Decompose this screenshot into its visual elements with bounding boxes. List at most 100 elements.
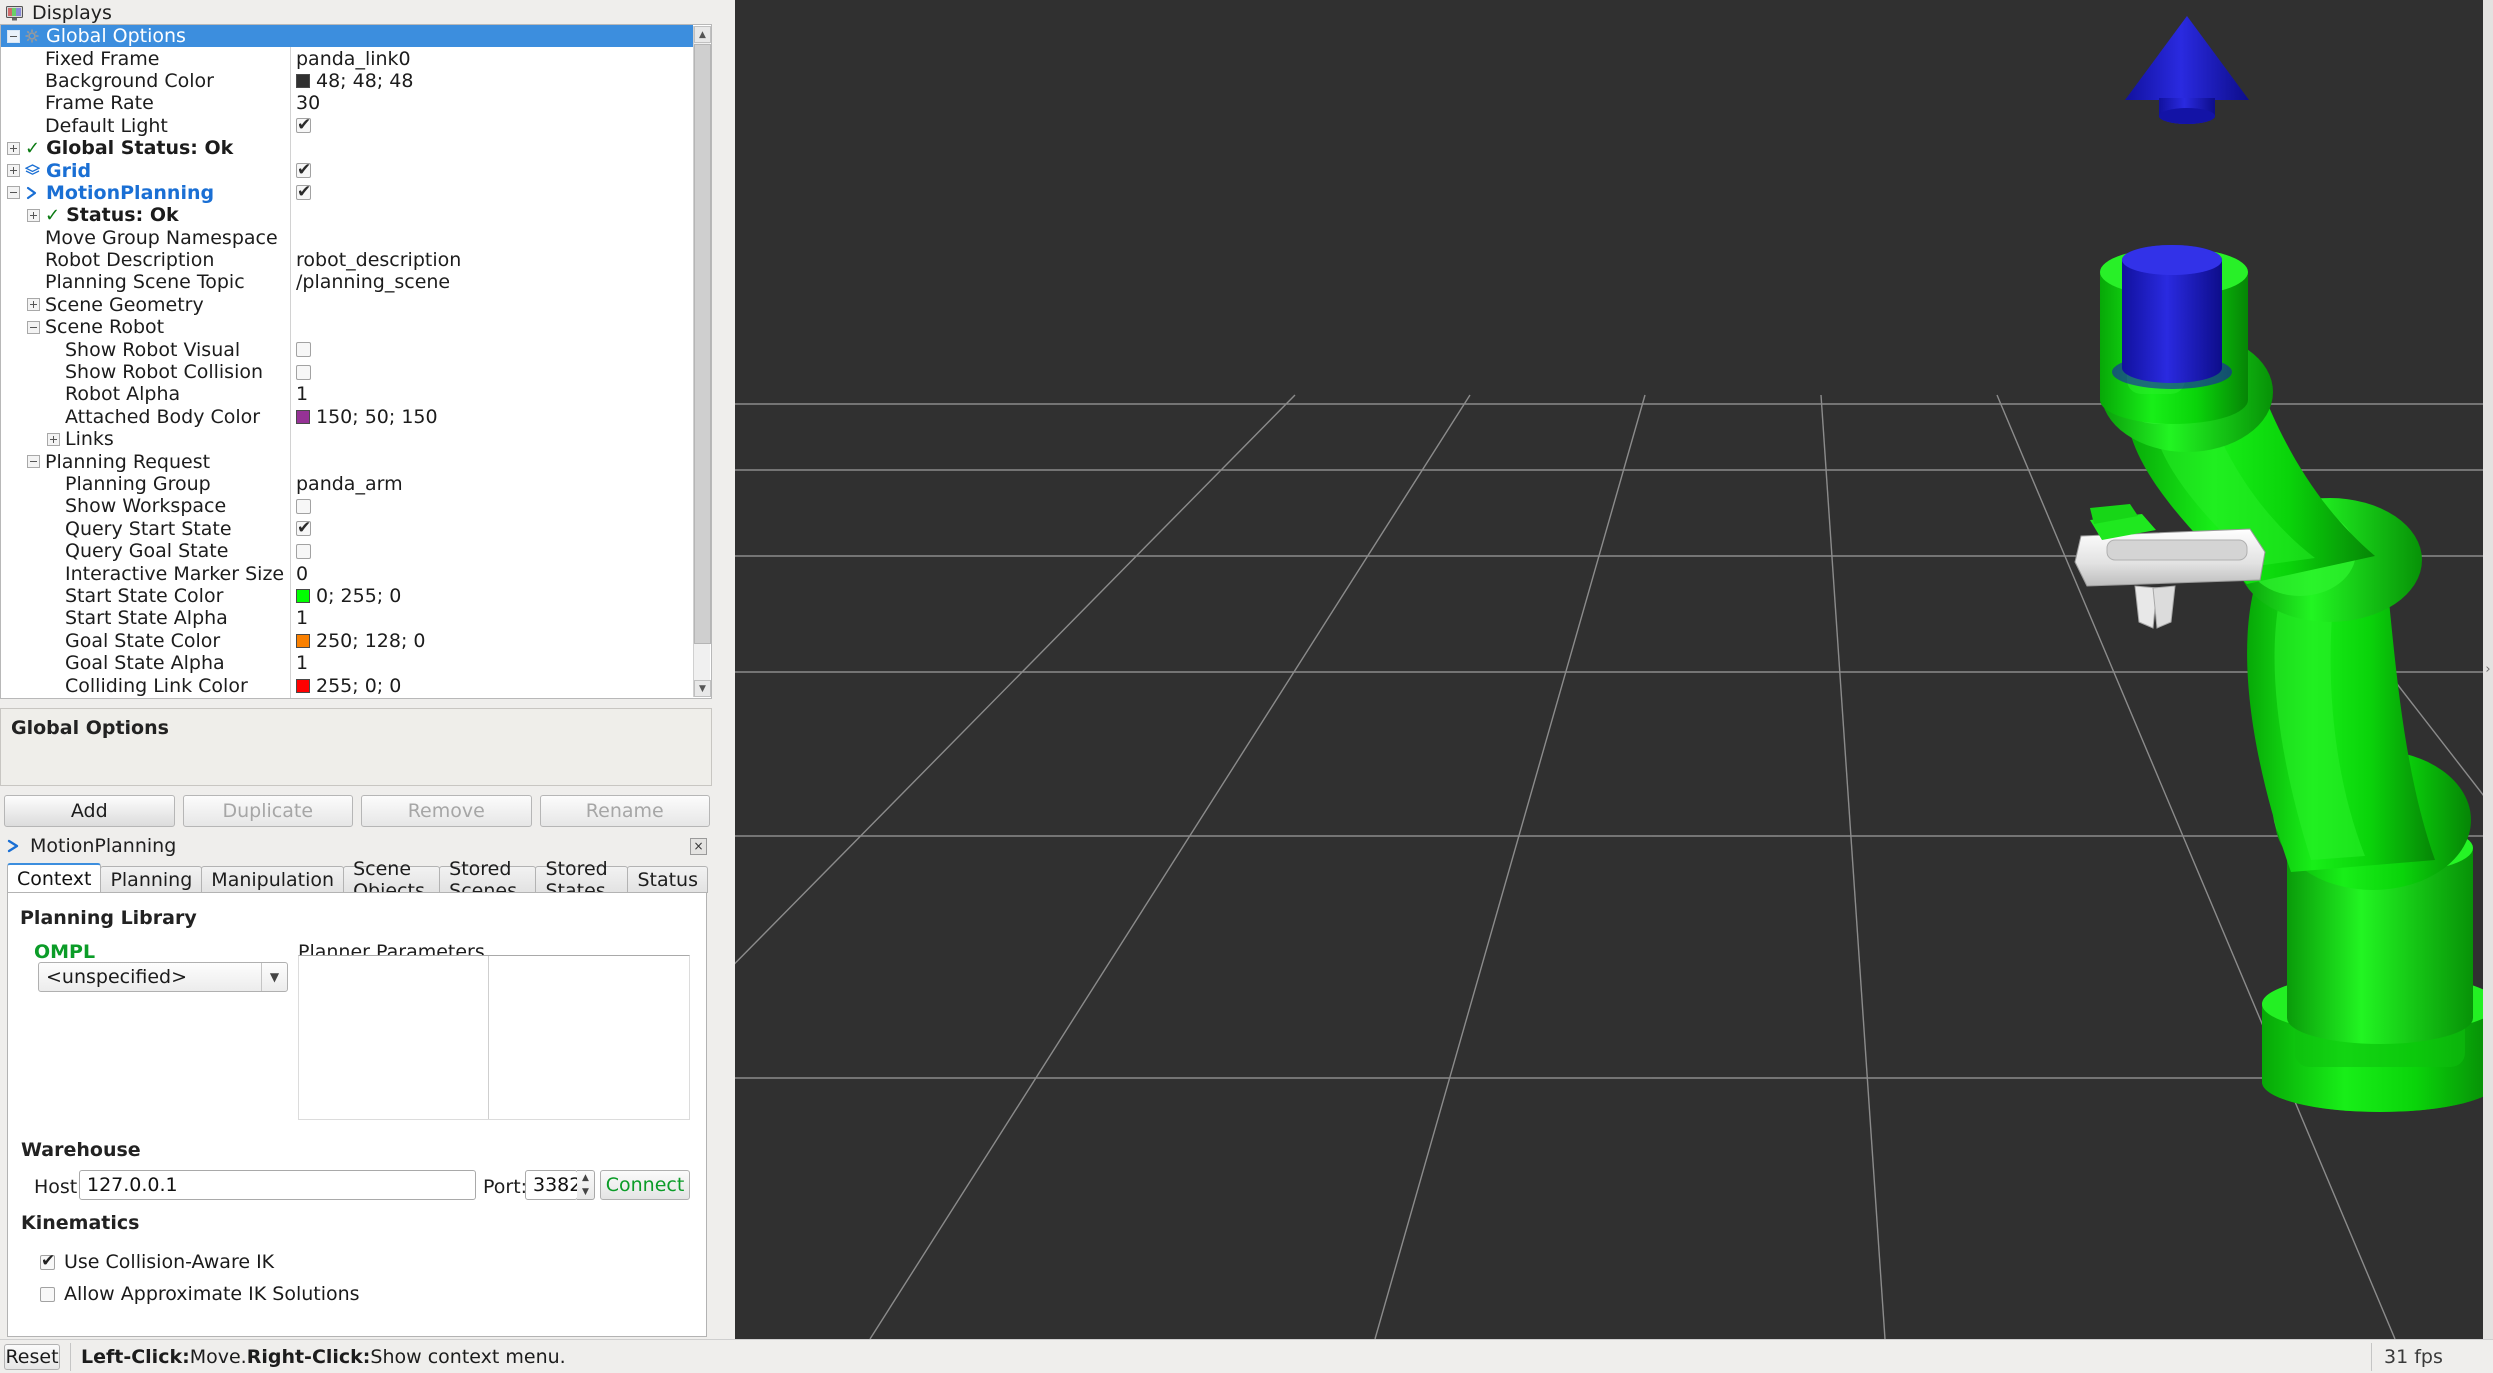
planner-select[interactable]: <unspecified> ▼: [38, 962, 288, 992]
tree-row[interactable]: ✓ Status: Ok: [1, 204, 693, 227]
tree-row[interactable]: Frame Rate 30: [1, 92, 693, 115]
tree-row[interactable]: Scene Geometry: [1, 293, 693, 317]
tree-row[interactable]: Planning Request: [1, 450, 693, 473]
displays-tree-scrollbar[interactable]: ▲ ▼: [693, 26, 711, 697]
tree-row[interactable]: Show Robot Visual: [1, 338, 693, 361]
tree-row-value-cell[interactable]: robot_description: [296, 249, 461, 271]
tree-row[interactable]: Global Options: [1, 25, 693, 48]
checkbox-icon[interactable]: [296, 518, 311, 538]
tree-row[interactable]: ✓ Global Status: Ok: [1, 136, 693, 160]
collapse-icon[interactable]: [7, 186, 20, 200]
tree-row-value-cell[interactable]: [296, 342, 311, 358]
tree-row[interactable]: Start State Color 0; 255; 0: [1, 584, 693, 608]
color-swatch[interactable]: [296, 678, 310, 693]
collapse-icon[interactable]: [27, 455, 40, 469]
allow-approximate-ik-checkbox[interactable]: Allow Approximate IK Solutions: [40, 1283, 360, 1305]
color-swatch[interactable]: [296, 633, 310, 648]
chevron-down-icon[interactable]: ▼: [261, 963, 287, 991]
tree-row-value-cell[interactable]: 255; 0; 0: [296, 675, 401, 697]
add-button[interactable]: Add: [4, 795, 175, 827]
stepper-up-icon[interactable]: ▲: [577, 1171, 594, 1185]
port-stepper[interactable]: ▲ ▼: [577, 1170, 595, 1200]
planner-parameters-table[interactable]: [298, 955, 690, 1120]
tree-row[interactable]: Background Color 48; 48; 48: [1, 69, 693, 93]
tab-status[interactable]: Status: [627, 866, 708, 893]
expand-icon[interactable]: [7, 141, 20, 155]
checkbox-icon[interactable]: [296, 160, 311, 180]
checkbox-icon[interactable]: [296, 115, 311, 135]
color-swatch[interactable]: [296, 588, 310, 603]
tree-row-value-cell[interactable]: 250; 128; 0: [296, 630, 426, 652]
port-input[interactable]: 33829: [525, 1170, 593, 1200]
tree-row[interactable]: Goal State Color 250; 128; 0: [1, 629, 693, 652]
tab-stored-scenes[interactable]: Stored Scenes: [439, 858, 537, 902]
tree-row[interactable]: Grid: [1, 159, 693, 182]
tree-row-value-cell[interactable]: [296, 364, 311, 380]
tree-row-value-cell[interactable]: [296, 160, 311, 180]
checkbox-icon[interactable]: [296, 342, 311, 358]
tree-row-value-cell[interactable]: 0; 255; 0: [296, 585, 401, 607]
stepper-down-icon[interactable]: ▼: [577, 1185, 594, 1199]
tab-planning[interactable]: Planning: [100, 866, 203, 893]
displays-tree[interactable]: Global Options Fixed Frame panda_link0 Back…: [0, 24, 712, 699]
tree-row-value-cell[interactable]: [296, 518, 311, 538]
tree-row[interactable]: MotionPlanning: [1, 181, 693, 205]
tree-row-value-cell[interactable]: 255; 0; 255: [296, 697, 426, 698]
tree-row[interactable]: Planning Scene Topic/planning_scene: [1, 271, 693, 294]
tree-row[interactable]: Robot Description robot_description: [1, 248, 693, 272]
tree-row-value-cell[interactable]: 1: [296, 607, 308, 629]
tab-manipulation[interactable]: Manipulation: [201, 866, 345, 893]
tree-row[interactable]: Default Light: [1, 114, 693, 137]
3d-viewport[interactable]: [735, 0, 2493, 1339]
tree-row-value-cell[interactable]: 150; 50; 150: [296, 406, 438, 428]
tree-row-value-cell[interactable]: 0: [296, 563, 308, 585]
tree-row[interactable]: Query Goal State: [1, 539, 693, 563]
host-input[interactable]: 127.0.0.1: [79, 1170, 476, 1200]
tree-row[interactable]: Goal State Alpha 1: [1, 651, 693, 675]
tree-row-value-cell[interactable]: 1: [296, 652, 308, 674]
tree-row[interactable]: Move Group Namespace: [1, 226, 693, 249]
tree-row[interactable]: Colliding Link Color 255; 0; 0: [1, 674, 693, 697]
tree-row-value-cell[interactable]: [296, 498, 311, 514]
expand-icon[interactable]: [47, 432, 60, 446]
expand-icon[interactable]: [27, 208, 40, 222]
tree-row-value-cell[interactable]: /planning_scene: [296, 271, 450, 293]
tab-stored-states[interactable]: Stored States: [535, 858, 629, 902]
tree-row[interactable]: Robot Alpha 1: [1, 383, 693, 406]
collapse-icon[interactable]: [27, 320, 40, 334]
scrollbar-thumb[interactable]: [694, 44, 711, 644]
motion-planning-tabbar[interactable]: Context Planning Manipulation Scene Objects…: [7, 858, 708, 902]
tree-row-value-cell[interactable]: [296, 543, 311, 559]
tree-row[interactable]: Start State Alpha 1: [1, 607, 693, 630]
tree-row-value-cell[interactable]: panda_link0: [296, 48, 411, 70]
color-swatch[interactable]: [296, 409, 310, 424]
displays-tree-rows[interactable]: Global Options Fixed Frame panda_link0 Back…: [1, 25, 693, 698]
close-icon[interactable]: ×: [690, 837, 707, 855]
tree-row[interactable]: Interactive Marker Size 0: [1, 562, 693, 585]
tree-row-value-cell[interactable]: [296, 115, 311, 135]
tree-row[interactable]: Scene Robot: [1, 316, 693, 339]
collapse-icon[interactable]: [7, 29, 20, 43]
checkbox-icon[interactable]: [296, 364, 311, 380]
tree-row-value-cell[interactable]: [296, 182, 311, 202]
tree-row-value-cell[interactable]: 48; 48; 48: [296, 70, 413, 92]
color-swatch[interactable]: [296, 73, 310, 88]
checkbox-icon[interactable]: [296, 182, 311, 202]
right-dock-collapse-handle[interactable]: ›: [2483, 0, 2493, 1339]
tree-row[interactable]: Planning Group panda_arm: [1, 472, 693, 496]
use-collision-aware-ik-checkbox[interactable]: Use Collision-Aware IK: [40, 1251, 274, 1273]
reset-button[interactable]: Reset: [4, 1343, 60, 1370]
tree-row-value-cell[interactable]: 30: [296, 92, 320, 114]
scroll-down-button[interactable]: ▼: [694, 680, 711, 697]
scroll-up-button[interactable]: ▲: [694, 26, 711, 43]
tree-row-value-cell[interactable]: panda_arm: [296, 473, 403, 495]
tab-context[interactable]: Context: [7, 863, 102, 893]
tree-row[interactable]: Query Start State: [1, 517, 693, 540]
checkbox-icon[interactable]: [296, 498, 311, 514]
expand-icon[interactable]: [27, 298, 40, 312]
tree-row[interactable]: Attached Body Color 150; 50; 150: [1, 405, 693, 429]
connect-button[interactable]: Connect: [600, 1170, 690, 1200]
tab-scene-objects[interactable]: Scene Objects: [343, 858, 441, 902]
tree-row[interactable]: Fixed Frame panda_link0: [1, 47, 693, 70]
tree-row[interactable]: Show Workspace: [1, 495, 693, 518]
